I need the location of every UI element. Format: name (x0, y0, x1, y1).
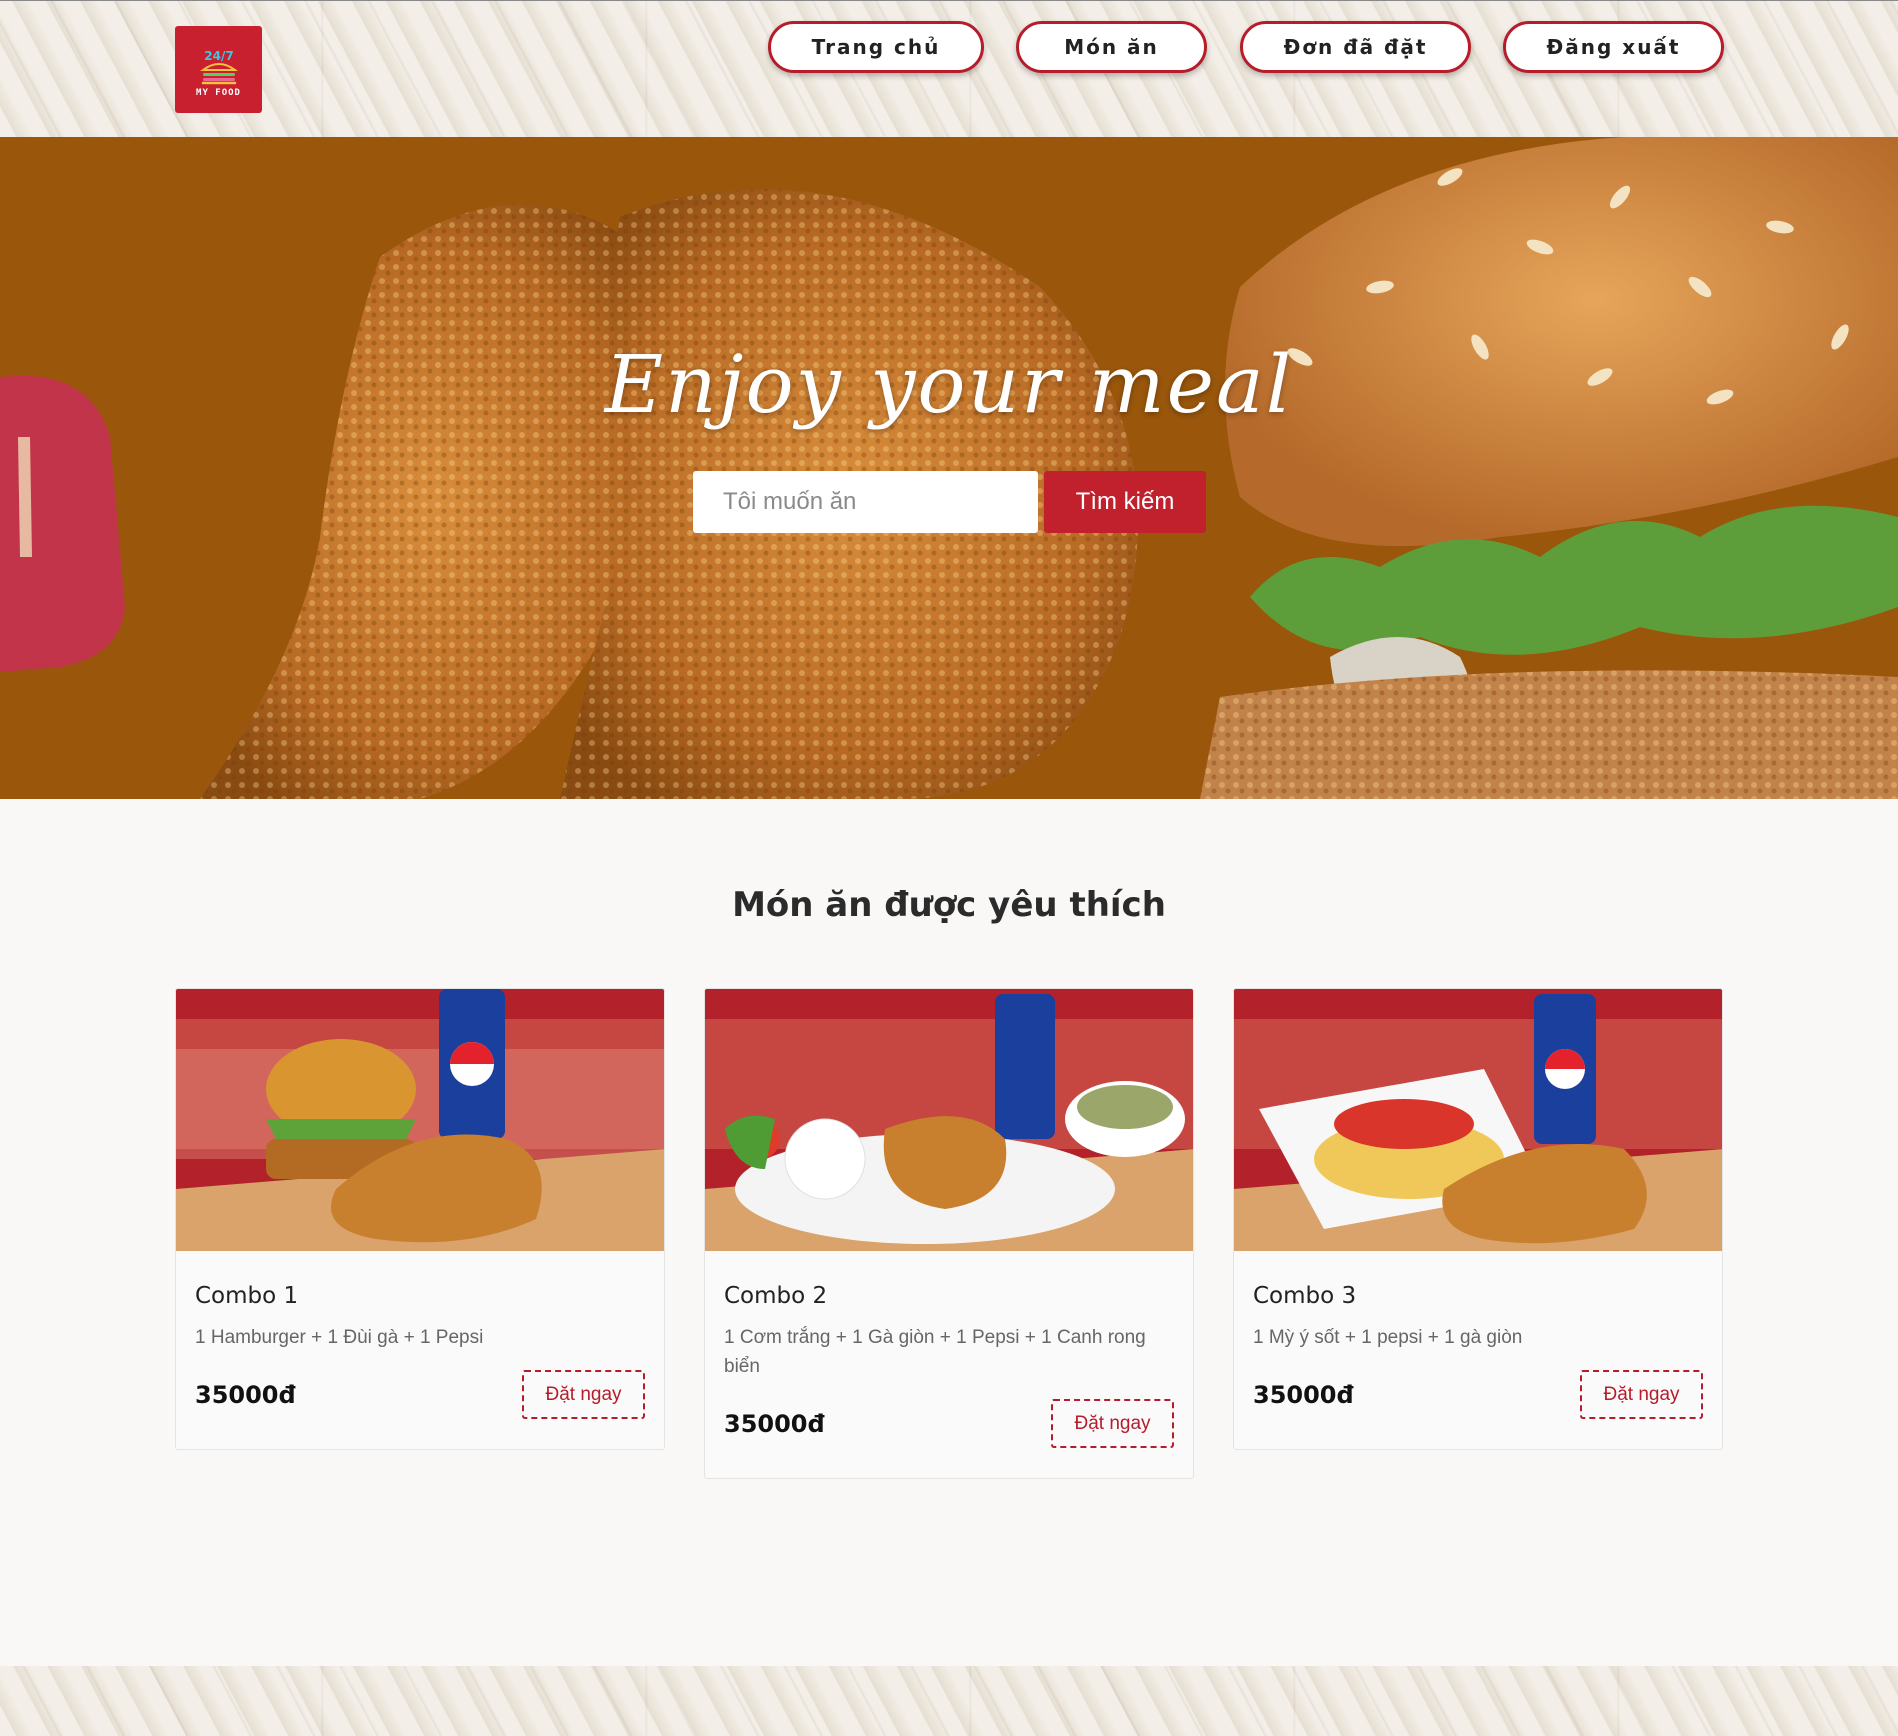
logo-text: MY FOOD (196, 87, 241, 98)
order-now-button[interactable]: Đặt ngay (1580, 1370, 1703, 1419)
hero-food-image (0, 137, 1898, 799)
card-description: 1 Cơm trắng + 1 Gà giòn + 1 Pepsi + 1 Ca… (724, 1327, 1146, 1377)
search-input[interactable] (693, 471, 1038, 533)
card-title: Combo 3 (1253, 1283, 1357, 1309)
card-price: 35000đ (195, 1380, 296, 1409)
burger-logo-icon: 24/7 (199, 49, 238, 84)
order-now-button[interactable]: Đặt ngay (522, 1370, 645, 1419)
combo-3-image (1234, 989, 1722, 1251)
food-card: Combo 1 1 Hamburger + 1 Đùi gà + 1 Pepsi… (175, 988, 665, 1450)
combo-2-image (705, 989, 1193, 1251)
card-price: 35000đ (1253, 1380, 1354, 1409)
nav-home[interactable]: Trang chủ (768, 21, 984, 73)
logo[interactable]: 24/7 MY FOOD (175, 26, 262, 113)
card-description: 1 Hamburger + 1 Đùi gà + 1 Pepsi (195, 1327, 484, 1348)
nav-orders[interactable]: Đơn đã đặt (1240, 21, 1471, 73)
footer (0, 1666, 1898, 1736)
hero-banner: Enjoy your meal Tìm kiếm (0, 137, 1898, 799)
top-header: 24/7 MY FOOD Trang chủ Món ăn Đơn đã đặt… (0, 0, 1898, 137)
combo-1-image (176, 989, 664, 1251)
order-now-button[interactable]: Đặt ngay (1051, 1399, 1174, 1448)
card-title: Combo 1 (195, 1283, 299, 1309)
nav-logout[interactable]: Đăng xuất (1503, 21, 1724, 73)
logo-badge: 24/7 (204, 49, 233, 63)
card-title: Combo 2 (724, 1283, 828, 1309)
card-price: 35000đ (724, 1409, 825, 1438)
nav-dishes[interactable]: Món ăn (1016, 21, 1207, 73)
food-card: Combo 2 1 Cơm trắng + 1 Gà giòn + 1 Peps… (704, 988, 1194, 1479)
food-card: Combo 3 1 Mỳ ý sốt + 1 pepsi + 1 gà giòn… (1233, 988, 1723, 1450)
card-description: 1 Mỳ ý sốt + 1 pepsi + 1 gà giòn (1253, 1327, 1523, 1348)
search-button[interactable]: Tìm kiếm (1044, 471, 1206, 533)
favorites-title: Món ăn được yêu thích (732, 885, 1166, 925)
hero-title: Enjoy your meal (604, 338, 1294, 431)
